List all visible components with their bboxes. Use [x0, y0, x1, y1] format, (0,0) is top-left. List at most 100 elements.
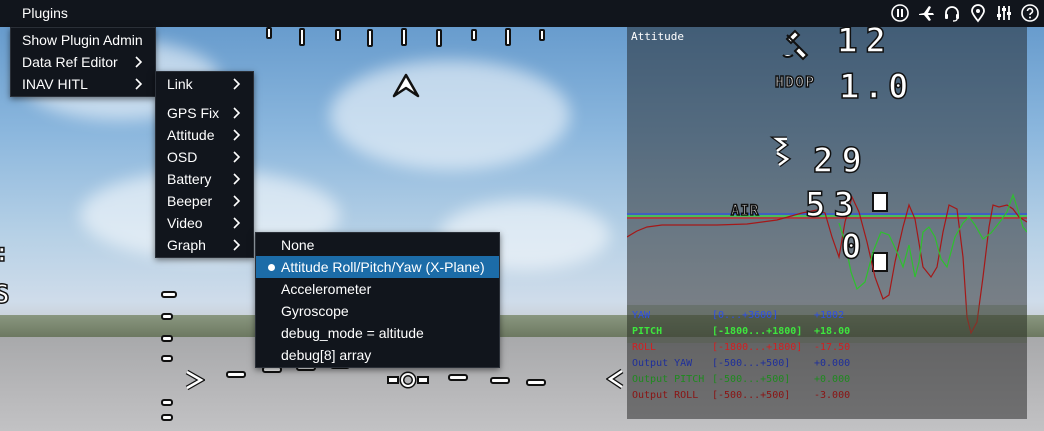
toolbar-icons: [890, 2, 1040, 24]
legend-range: [-1800...+1800]: [712, 342, 803, 353]
inav-menu-item-graph[interactable]: Graph: [156, 234, 253, 256]
inav-hitl-submenu: Link GPS Fix Attitude OSD Battery Beeper Video…: [155, 71, 254, 258]
graph-title: Attitude: [631, 30, 684, 43]
menu-item-label: None: [281, 237, 315, 253]
graph-menu-item-attitude-roll-pitch-yaw-x-plane[interactable]: Attitude Roll/Pitch/Yaw (X-Plane): [256, 256, 499, 278]
legend-range: [-500...+500]: [712, 390, 791, 401]
pause-icon[interactable]: [890, 2, 910, 24]
legend-range: [-500...+500]: [712, 374, 791, 385]
pitch-ladder-mark: [161, 414, 173, 421]
osd-hdop-label: HDOP: [774, 72, 816, 92]
legend-range: [-500...+500]: [712, 358, 791, 369]
inav-menu-item-attitude[interactable]: Attitude: [156, 124, 253, 146]
plugins-menu-item-show-plugin-admin[interactable]: Show Plugin Admin: [11, 29, 155, 51]
chevron-right-icon: [233, 195, 241, 207]
inav-menu-item-gps-fix[interactable]: GPS Fix: [156, 102, 253, 124]
radio-selected-icon: [268, 264, 275, 271]
pitch-ladder-mark: [161, 399, 173, 406]
menu-item-label: Link: [167, 76, 193, 92]
plugins-menu: Show Plugin Admin Data Ref Editor INAV HIT…: [10, 27, 156, 97]
menu-item-label: Gyroscope: [281, 303, 349, 319]
menu-item-label: Attitude: [167, 127, 215, 143]
horizon-right-chevron-icon: [606, 368, 624, 390]
legend-name: Output PITCH: [632, 374, 705, 385]
inav-menu-item-battery[interactable]: Battery: [156, 168, 253, 190]
menu-item-label: debug_mode = altitude: [281, 325, 424, 341]
graph-menu-item-accelerometer[interactable]: Accelerometer: [256, 278, 499, 300]
sliders-icon[interactable]: [994, 2, 1014, 24]
chevron-right-icon: [233, 78, 241, 90]
airplane-icon[interactable]: [916, 2, 936, 24]
legend-name: Output YAW: [632, 358, 693, 369]
osd-sats-count: 12: [836, 20, 894, 62]
chevron-right-icon: [233, 217, 241, 229]
inav-menu-item-link[interactable]: Link: [156, 73, 253, 95]
graph-menu-item-none[interactable]: None: [256, 234, 499, 256]
help-icon[interactable]: [1020, 2, 1040, 24]
osd-hdop-value: 1.0: [838, 66, 913, 108]
crosshair-icon: [387, 371, 429, 389]
pitch-ladder-mark: [161, 291, 177, 298]
menu-item-label: Graph: [167, 237, 206, 253]
chevron-right-icon: [135, 56, 143, 68]
legend-range: [0...+3600]: [712, 310, 779, 321]
chevron-right-icon: [233, 239, 241, 251]
menu-item-label: Beeper: [167, 193, 213, 209]
menu-item-label: GPS Fix: [167, 105, 220, 121]
osd-cropped-glyph: S: [0, 279, 10, 311]
menu-item-label: Data Ref Editor: [22, 54, 118, 70]
horizon-line-segment: [490, 377, 510, 384]
pitch-ladder-mark: [161, 355, 173, 362]
inav-menu-item-video[interactable]: Video: [156, 212, 253, 234]
graph-menu-item-debug-8-array[interactable]: debug[8] array: [256, 344, 499, 366]
heading-tick: [335, 29, 341, 41]
osd-air-speed-value: 53: [804, 184, 862, 226]
plugins-menu-item-data-ref-editor[interactable]: Data Ref Editor: [11, 51, 155, 73]
legend-value: +0.000: [814, 374, 851, 385]
menu-item-label: debug[8] array: [281, 347, 372, 363]
menu-item-label: Video: [167, 215, 203, 231]
osd-altitude-icon: [872, 192, 888, 272]
plugins-menu-title[interactable]: Plugins: [22, 5, 68, 21]
osd-air-label: AIR: [730, 202, 760, 220]
heading-tick: [266, 27, 272, 39]
heading-tick: [299, 28, 305, 46]
heading-tick: [505, 28, 511, 46]
inav-menu-item-osd[interactable]: OSD: [156, 146, 253, 168]
menu-item-label: Accelerometer: [281, 281, 372, 297]
legend-range: [-1800...+1800]: [712, 326, 803, 337]
legend-value: +1802: [814, 310, 845, 321]
legend-name: PITCH: [632, 326, 663, 337]
heading-tick: [401, 28, 407, 46]
heading-pointer-icon: [392, 73, 420, 98]
menu-item-label: Battery: [167, 171, 212, 187]
headset-icon[interactable]: [942, 2, 962, 24]
inav-menu-item-beeper[interactable]: Beeper: [156, 190, 253, 212]
heading-tick: [436, 29, 442, 47]
osd-cropped-glyph: :: [0, 237, 10, 269]
graph-menu-item-debug-mode-altitude[interactable]: debug_mode = altitude: [256, 322, 499, 344]
graph-panel: 12 HDOP 1.0 29 AIR 53 0 Attitude YAW [0..…: [627, 20, 1027, 419]
legend-name: Output ROLL: [632, 390, 699, 401]
legend-value: -17.50: [814, 342, 851, 353]
heading-tick: [539, 29, 545, 41]
location-pin-icon[interactable]: [968, 2, 988, 24]
osd-satellite-icon: [782, 29, 809, 61]
legend-value: +18.00: [814, 326, 851, 337]
chevron-right-icon: [233, 129, 241, 141]
horizon-line-segment: [448, 374, 468, 381]
horizon-line-segment: [526, 379, 546, 386]
chevron-right-icon: [135, 78, 143, 90]
heading-tick: [471, 29, 477, 41]
legend-name: ROLL: [632, 342, 657, 353]
pitch-ladder-mark: [161, 313, 173, 320]
graph-menu-item-gyroscope[interactable]: Gyroscope: [256, 300, 499, 322]
menu-item-label: OSD: [167, 149, 198, 165]
chevron-right-icon: [233, 173, 241, 185]
heading-tick: [367, 29, 373, 47]
chevron-right-icon: [233, 151, 241, 163]
osd-speed-value: 29: [812, 140, 870, 182]
legend-name: YAW: [632, 310, 651, 321]
plugins-menu-item-inav-hitl[interactable]: INAV HITL: [11, 73, 155, 95]
osd-altitude-value: 0: [840, 226, 862, 268]
